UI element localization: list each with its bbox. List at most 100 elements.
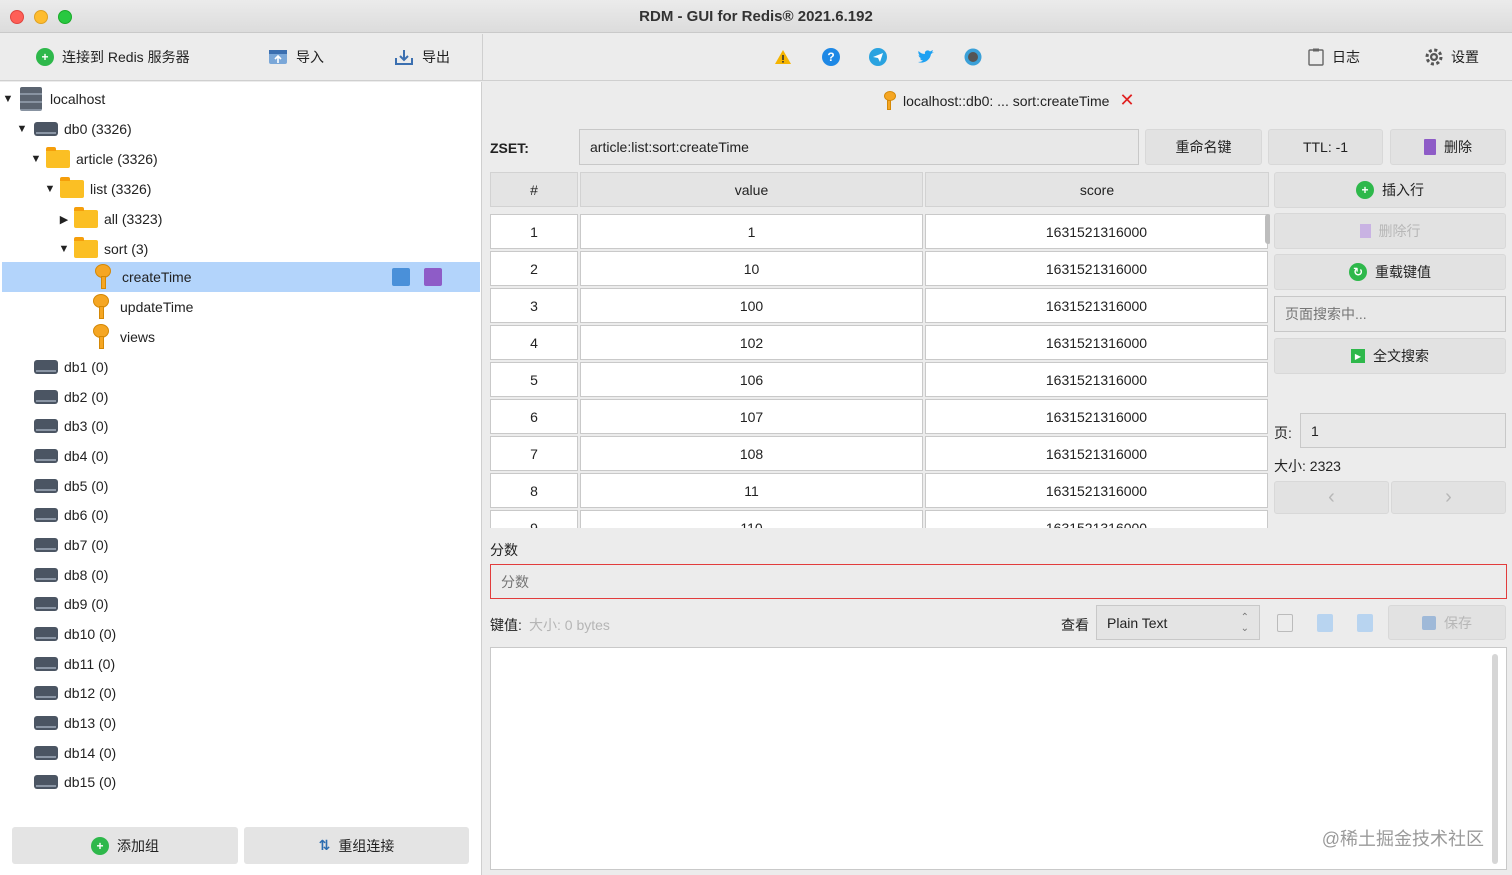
tree-db5[interactable]: db5 (0) [0,471,480,501]
tree-db12[interactable]: db12 (0) [0,678,480,708]
insert-row-button[interactable]: + 插入行 [1274,172,1506,208]
tree-db4[interactable]: db4 (0) [0,441,480,471]
format-json-icon[interactable] [1357,614,1373,632]
rename-key-button[interactable]: 重命名键 [1145,129,1262,165]
expand-arrow-icon[interactable]: ▼ [44,183,56,195]
cell-score[interactable]: 1631521316000 [925,473,1268,508]
cell-index[interactable]: 6 [490,399,578,434]
edit-key-icon[interactable] [392,268,410,286]
tree-db15[interactable]: db15 (0) [0,767,480,797]
tree-db0[interactable]: ▼ db0 (3326) [0,114,480,144]
tree-key-updatetime[interactable]: updateTime [0,292,480,322]
tree-folder-list[interactable]: ▼ list (3326) [0,174,480,204]
close-tab-icon[interactable]: ✕ [1119,90,1134,111]
tree-db10[interactable]: db10 (0) [0,619,480,649]
log-button[interactable]: 日志 [1308,44,1360,70]
tree-folder-article[interactable]: ▼ article (3326) [0,144,480,174]
warning-button[interactable] [774,44,792,70]
tree-db9[interactable]: db9 (0) [0,589,480,619]
key-tab[interactable]: localhost::db0: ... sort:createTime ✕ [883,90,1135,111]
cell-value[interactable]: 10 [580,251,923,286]
tree-server-localhost[interactable]: ▼ localhost [0,84,480,114]
key-name-field[interactable]: article:list:sort:createTime [579,129,1139,165]
column-header-index[interactable]: # [490,172,578,207]
fulltext-search-button[interactable]: ▶ 全文搜索 [1274,338,1506,374]
ttl-button[interactable]: TTL: -1 [1268,129,1383,165]
trash-icon [1424,139,1436,155]
twitter-button[interactable] [917,44,935,70]
code-icon[interactable] [1317,614,1333,632]
tree-db14[interactable]: db14 (0) [0,738,480,768]
page-number-field[interactable]: 1 [1300,413,1506,448]
tree-db3[interactable]: db3 (0) [0,411,480,441]
tree-db1[interactable]: db1 (0) [0,352,480,382]
help-button[interactable]: ? [822,44,840,70]
cell-index[interactable]: 3 [490,288,578,323]
tree-db2[interactable]: db2 (0) [0,382,480,412]
cell-index[interactable]: 2 [490,251,578,286]
cell-value[interactable]: 102 [580,325,923,360]
import-button[interactable]: 导入 [268,44,324,70]
cell-score[interactable]: 1631521316000 [925,251,1268,286]
export-button[interactable]: 导出 [394,44,450,70]
expand-arrow-icon[interactable]: ▼ [16,123,28,135]
cell-value[interactable]: 11 [580,473,923,508]
table-scrollbar[interactable] [1265,214,1270,244]
cell-value[interactable]: 108 [580,436,923,471]
expand-arrow-icon[interactable]: ▼ [30,153,42,165]
tree-folder-sort[interactable]: ▼ sort (3) [0,234,480,264]
next-page-button[interactable]: › [1391,481,1506,514]
cell-score[interactable]: 1631521316000 [925,399,1268,434]
score-input[interactable] [490,564,1507,599]
add-group-button[interactable]: + 添加组 [12,827,238,864]
tree-db8[interactable]: db8 (0) [0,560,480,590]
prev-page-button[interactable]: ‹ [1274,481,1389,514]
tree-db13[interactable]: db13 (0) [0,708,480,738]
github-button[interactable] [964,44,982,70]
tree-key-createtime[interactable]: createTime [2,262,480,292]
cell-score[interactable]: 1631521316000 [925,510,1268,528]
page-search-input[interactable] [1274,296,1506,332]
cell-index[interactable]: 5 [490,362,578,397]
cell-score[interactable]: 1631521316000 [925,436,1268,471]
value-editor[interactable]: @稀土掘金技术社区 [490,647,1507,870]
cell-index[interactable]: 1 [490,214,578,249]
cell-index[interactable]: 4 [490,325,578,360]
cell-score[interactable]: 1631521316000 [925,362,1268,397]
format-select[interactable]: Plain Text ⌃ ⌄ [1096,605,1260,640]
cell-index[interactable]: 7 [490,436,578,471]
cell-index[interactable]: 9 [490,510,578,528]
editor-scrollbar[interactable] [1492,654,1498,864]
expand-arrow-icon[interactable]: ▼ [2,93,14,105]
cell-index[interactable]: 8 [490,473,578,508]
column-header-value[interactable]: value [580,172,923,207]
connect-button[interactable]: + 连接到 Redis 服务器 [36,44,190,70]
cell-score[interactable]: 1631521316000 [925,325,1268,360]
column-header-score[interactable]: score [925,172,1269,207]
tree-db7[interactable]: db7 (0) [0,530,480,560]
expand-arrow-icon[interactable]: ▼ [58,243,70,255]
cell-score[interactable]: 1631521316000 [925,288,1268,323]
database-icon [34,657,58,671]
cell-value[interactable]: 106 [580,362,923,397]
trash-icon[interactable] [424,268,442,286]
cell-value[interactable]: 100 [580,288,923,323]
cell-value[interactable]: 1 [580,214,923,249]
delete-key-button[interactable]: 删除 [1390,129,1506,165]
reconnect-button[interactable]: ⇅ 重组连接 [244,827,469,864]
tree-db6[interactable]: db6 (0) [0,500,480,530]
rename-key-label: 重命名键 [1175,139,1232,155]
cell-score[interactable]: 1631521316000 [925,214,1268,249]
cell-value[interactable]: 107 [580,399,923,434]
settings-button[interactable]: 设置 [1425,44,1479,70]
reload-value-button[interactable]: ↻ 重载键值 [1274,254,1506,290]
tree-db11[interactable]: db11 (0) [0,649,480,679]
copy-icon[interactable] [1277,614,1293,632]
telegram-button[interactable] [869,44,887,70]
tree-folder-all[interactable]: ▶ all (3323) [0,204,480,234]
cell-value[interactable]: 110 [580,510,923,528]
tree-key-views[interactable]: views [0,322,480,352]
save-button[interactable]: 保存 [1388,605,1506,640]
collapsed-arrow-icon[interactable]: ▶ [58,213,70,226]
delete-row-button[interactable]: 删除行 [1274,213,1506,249]
